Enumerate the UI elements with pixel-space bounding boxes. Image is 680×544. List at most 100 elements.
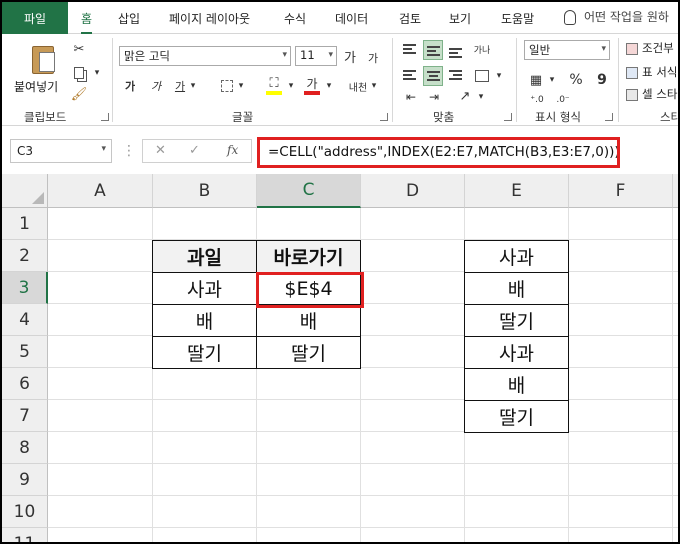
font-size-select[interactable]: 11 ▾ [295, 46, 337, 66]
cell-c5[interactable]: 딸기 [256, 336, 361, 369]
shrink-font-glyph: 가 [367, 52, 379, 65]
copy-icon[interactable] [69, 64, 89, 82]
bold-button[interactable]: 가 [122, 76, 138, 96]
column-header-f[interactable]: F [569, 174, 673, 208]
border-icon[interactable] [218, 76, 236, 96]
align-right-icon[interactable] [446, 66, 466, 86]
column-header-c[interactable]: C [257, 174, 361, 208]
increase-decimal-icon[interactable]: ⁺.0 [526, 92, 548, 108]
shrink-font-icon[interactable]: 가 [364, 48, 382, 68]
cell-e5[interactable]: 사과 [464, 336, 569, 369]
underline-button[interactable]: 가 [172, 76, 188, 96]
insert-function-icon[interactable]: fx [227, 143, 238, 157]
comma-style-button[interactable]: 9 [594, 70, 610, 90]
decrease-indent-icon[interactable]: ⇤ [400, 88, 422, 106]
wrap-text-icon[interactable]: 가나 [471, 38, 493, 60]
cell-b2[interactable]: 과일 [152, 240, 257, 273]
bottom-align-icon[interactable] [446, 40, 466, 60]
italic-button[interactable]: 가 [148, 76, 164, 96]
border-dropdown-icon[interactable]: ▾ [236, 77, 246, 95]
format-as-table-button[interactable]: 표 서식 [626, 64, 678, 84]
merge-center-icon[interactable] [471, 66, 493, 86]
cell-b3[interactable]: 사과 [152, 272, 257, 305]
merge-dropdown-icon[interactable]: ▾ [494, 67, 504, 85]
currency-icon[interactable]: ▦ [526, 70, 546, 90]
clipboard-launcher-icon[interactable] [101, 113, 109, 121]
font-name-select[interactable]: 맑은 고딕 ▾ [119, 46, 291, 66]
cell-e7[interactable]: 딸기 [464, 400, 569, 433]
decrease-decimal-icon[interactable]: .0⁻ [552, 92, 574, 108]
tab-insert[interactable]: 삽입 [118, 10, 140, 27]
middle-align-icon[interactable] [423, 40, 443, 60]
formula-bar-grip-icon[interactable]: ⋮ [122, 143, 136, 159]
cell-b4[interactable]: 배 [152, 304, 257, 337]
tab-help[interactable]: 도움말 [501, 10, 534, 27]
cell-e6[interactable]: 배 [464, 368, 569, 401]
fill-color-dropdown-icon[interactable]: ▾ [286, 77, 296, 95]
phonetic-icon[interactable]: 내천 [347, 76, 369, 96]
format-painter-icon[interactable]: 🖌 [69, 86, 89, 102]
cell-e3[interactable]: 배 [464, 272, 569, 305]
cell-b5[interactable]: 딸기 [152, 336, 257, 369]
tab-review[interactable]: 검토 [399, 10, 421, 27]
row-header-11[interactable]: 11 [2, 528, 48, 542]
fill-color-icon[interactable]: ⛶ [264, 74, 284, 98]
tab-page-layout[interactable]: 페이지 레이아웃 [169, 10, 250, 27]
underline-dropdown-icon[interactable]: ▾ [188, 77, 198, 95]
cell-c4[interactable]: 배 [256, 304, 361, 337]
row-header-4[interactable]: 4 [2, 304, 48, 336]
number-format-select[interactable]: 일반 ▾ [524, 40, 610, 60]
tab-formulas[interactable]: 수식 [284, 10, 306, 27]
font-color-icon[interactable]: 가 [302, 74, 322, 98]
row-header-7[interactable]: 7 [2, 400, 48, 432]
row-header-8[interactable]: 8 [2, 432, 48, 464]
align-center-icon[interactable] [423, 66, 443, 86]
orientation-icon[interactable]: ↗ [454, 86, 476, 106]
cut-icon[interactable]: ✂ [69, 40, 89, 58]
font-color-dropdown-icon[interactable]: ▾ [324, 77, 334, 95]
column-header-a[interactable]: A [48, 174, 153, 208]
group-separator [112, 38, 113, 122]
percent-button[interactable]: % [566, 70, 586, 90]
conditional-format-button[interactable]: 조건부 [626, 40, 678, 60]
align-left-icon[interactable] [400, 66, 420, 86]
top-align-icon[interactable] [400, 40, 420, 60]
row-header-10[interactable]: 10 [2, 496, 48, 528]
number-launcher-icon[interactable] [605, 113, 613, 121]
row-header-2[interactable]: 2 [2, 240, 48, 272]
currency-dropdown-icon[interactable]: ▾ [547, 71, 557, 89]
row-header-3[interactable]: 3 [2, 272, 48, 304]
copy-dropdown-icon[interactable]: ▾ [92, 65, 102, 81]
font-launcher-icon[interactable] [380, 113, 388, 121]
paste-button[interactable]: 붙여넣기 [8, 38, 68, 96]
tab-file[interactable]: 파일 [2, 2, 68, 34]
cell-e4[interactable]: 딸기 [464, 304, 569, 337]
row-header-9[interactable]: 9 [2, 464, 48, 496]
cell-c2[interactable]: 바로가기 [256, 240, 361, 273]
orientation-dropdown-icon[interactable]: ▾ [476, 88, 486, 106]
tab-home[interactable]: 홈 [81, 10, 93, 34]
cell-styles-button[interactable]: 셀 스타 [626, 86, 678, 106]
column-header-g[interactable] [673, 174, 678, 208]
select-all-button[interactable] [2, 174, 48, 208]
enter-icon[interactable]: ✓ [189, 143, 200, 158]
grow-font-icon[interactable]: 가 [341, 46, 359, 66]
column-header-b[interactable]: B [153, 174, 257, 208]
worksheet-grid[interactable]: A B C D E F 1 2 3 4 5 6 7 8 9 10 11 과일 바… [2, 174, 678, 542]
column-header-e[interactable]: E [465, 174, 569, 208]
tell-me-box[interactable]: 어떤 작업을 원하 [564, 8, 669, 25]
tab-view[interactable]: 보기 [449, 10, 471, 27]
row-header-6[interactable]: 6 [2, 368, 48, 400]
column-header-d[interactable]: D [361, 174, 465, 208]
formula-input[interactable]: =CELL("address",INDEX(E2:E7,MATCH(B3,E3:… [257, 137, 620, 168]
cancel-icon[interactable]: ✕ [155, 143, 166, 158]
font-size-value: 11 [300, 48, 315, 62]
row-header-5[interactable]: 5 [2, 336, 48, 368]
name-box[interactable]: C3 ▾ [10, 139, 112, 163]
alignment-launcher-icon[interactable] [504, 113, 512, 121]
tab-data[interactable]: 데이터 [335, 10, 368, 27]
phonetic-dropdown-icon[interactable]: ▾ [369, 77, 379, 95]
increase-indent-icon[interactable]: ⇥ [423, 88, 445, 106]
cell-e2[interactable]: 사과 [464, 240, 569, 273]
row-header-1[interactable]: 1 [2, 208, 48, 240]
